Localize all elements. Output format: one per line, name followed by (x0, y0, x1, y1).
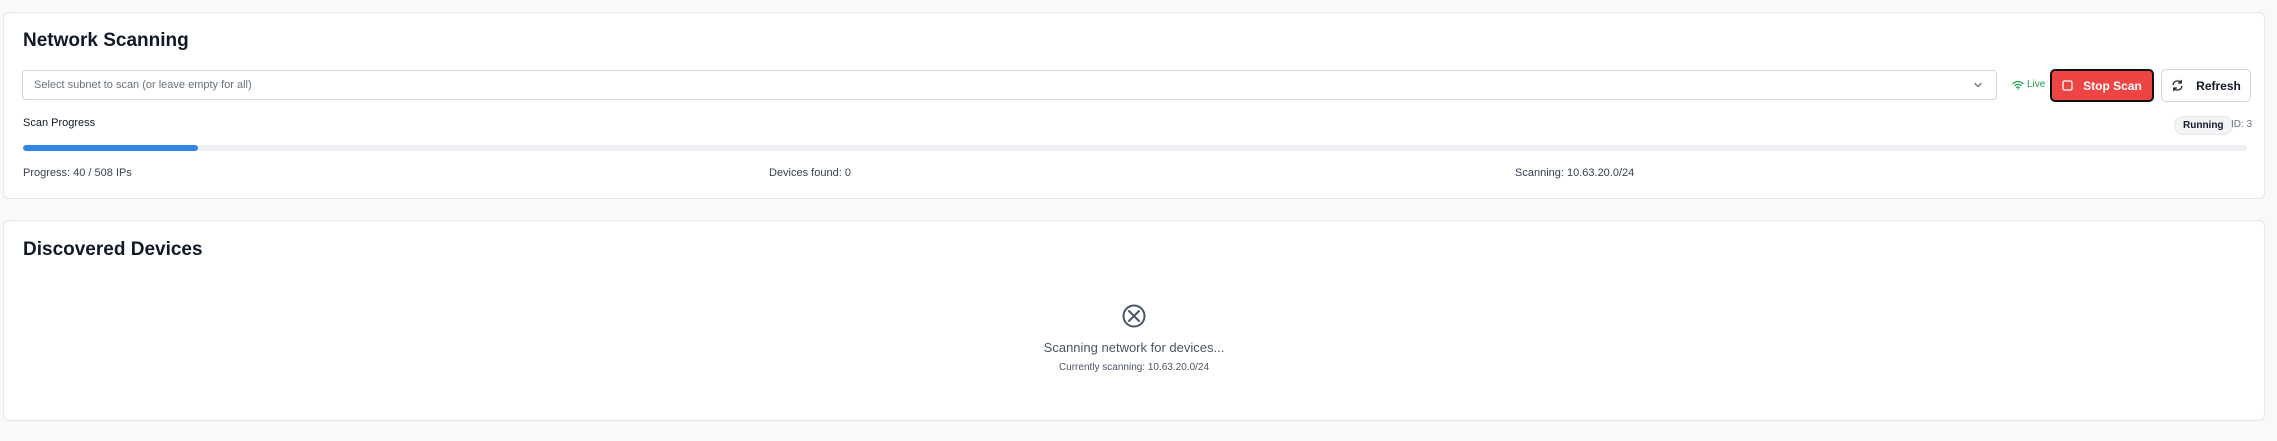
live-indicator: Live (2012, 79, 2045, 90)
scanning-subnet: Scanning: 10.63.20.0/24 (1515, 167, 1635, 179)
scan-progress-bar (23, 145, 2247, 151)
scan-progress-label: Scan Progress (23, 117, 96, 129)
status-badge: Running (2174, 116, 2233, 135)
scan-progress-fill (23, 145, 199, 151)
scan-id: ID: 3 (2231, 119, 2253, 130)
stop-scan-label: Stop Scan (2083, 78, 2142, 93)
wifi-icon (2012, 80, 2024, 90)
empty-state: Scanning network for devices... Currentl… (4, 303, 2264, 373)
refresh-label: Refresh (2196, 78, 2241, 93)
devices-found-count: Devices found: 0 (769, 167, 851, 179)
live-label: Live (2027, 79, 2046, 90)
empty-state-subtitle: Currently scanning: 10.63.20.0/24 (1058, 362, 1210, 373)
network-scanning-card: Network Scanning Select subnet to scan (… (3, 12, 2265, 199)
refresh-icon (2172, 79, 2183, 92)
stop-square-icon (2062, 80, 2073, 91)
discovered-devices-title: Discovered Devices (23, 239, 203, 260)
discovered-devices-card: Discovered Devices Scanning network for … (3, 220, 2265, 421)
subnet-select[interactable]: Select subnet to scan (or leave empty fo… (22, 70, 1997, 100)
progress-count: Progress: 40 / 508 IPs (23, 167, 132, 179)
stop-scan-button[interactable]: Stop Scan (2050, 69, 2154, 102)
chevron-down-icon (1974, 82, 1982, 88)
circle-x-icon (1122, 304, 1146, 328)
empty-state-title: Scanning network for devices... (1043, 340, 1225, 355)
subnet-select-placeholder: Select subnet to scan (or leave empty fo… (34, 79, 252, 91)
network-scanning-title: Network Scanning (23, 30, 189, 51)
refresh-button[interactable]: Refresh (2161, 69, 2251, 102)
